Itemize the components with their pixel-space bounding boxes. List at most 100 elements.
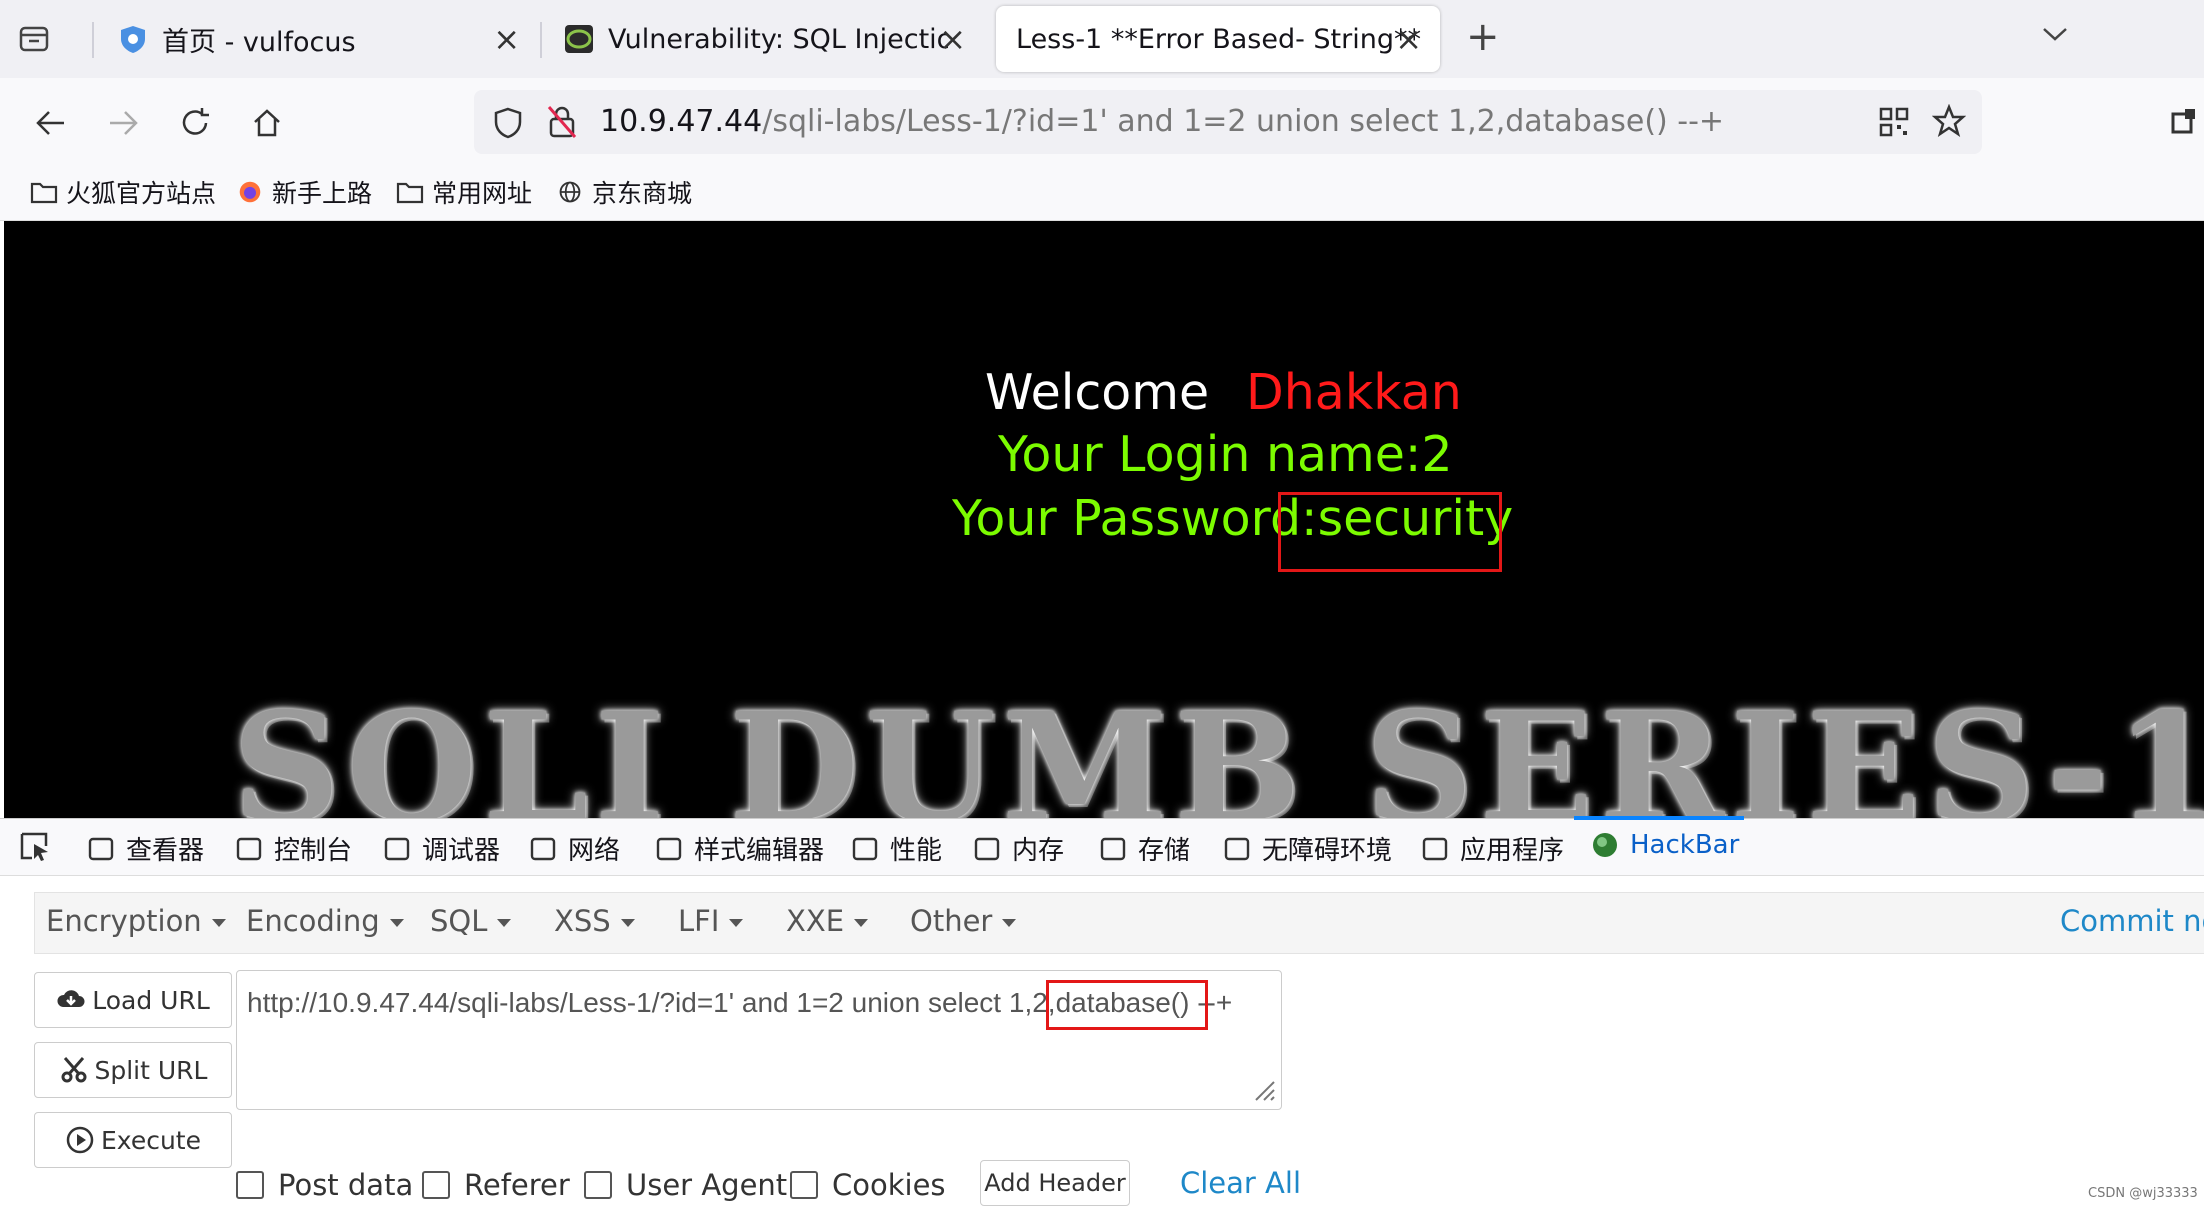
devtools-tab-2[interactable]: 控制台 — [234, 830, 352, 867]
menu-label: XXE — [786, 904, 845, 938]
bookmark-item[interactable]: 新手上路 — [236, 174, 372, 210]
memory-icon — [974, 837, 1000, 860]
highlight-box — [1278, 492, 1502, 572]
tab-separator — [92, 22, 94, 58]
password-label: Your Password: — [952, 490, 1318, 547]
devtools-tab-8[interactable]: 存储 — [1098, 830, 1190, 867]
bookmark-star-icon[interactable] — [1932, 104, 1966, 138]
qr-code-icon[interactable] — [1878, 106, 1910, 138]
tab-less1[interactable]: Less-1 **Error Based- String** × — [996, 6, 1440, 72]
devtools-tab-4[interactable]: 网络 — [528, 830, 620, 867]
tab-vulfocus[interactable]: 首页 - vulfocus × — [98, 6, 538, 72]
split-url-label: Split URL — [94, 1055, 208, 1085]
devtools-tab-label: 调试器 — [422, 836, 501, 866]
load-url-label: Load URL — [92, 985, 210, 1015]
checkbox-box[interactable] — [422, 1171, 450, 1199]
devtools-tab-label: 样式编辑器 — [694, 836, 825, 866]
devtools-tab-label: 控制台 — [274, 836, 353, 866]
login-name-line: Your Login name:2 — [998, 426, 1453, 483]
network-icon — [530, 837, 556, 860]
checkbox-box[interactable] — [236, 1171, 264, 1199]
checkbox-label: Referer — [464, 1168, 570, 1202]
checkbox-box[interactable] — [584, 1171, 612, 1199]
caret-down-icon — [854, 919, 869, 927]
menu-label: Encoding — [246, 904, 380, 938]
close-icon[interactable]: × — [493, 20, 520, 58]
split-url-button[interactable]: Split URL — [34, 1042, 232, 1098]
bookmark-label: 京东商城 — [592, 179, 693, 208]
hackbar-menu-lfi[interactable]: LFI — [678, 904, 744, 938]
checkbox-label: User Agent — [626, 1168, 788, 1202]
add-header-button[interactable]: Add Header — [980, 1160, 1130, 1206]
tab-label: Less-1 **Error Based- String** — [1016, 23, 1421, 55]
bookmark-label: 新手上路 — [272, 179, 373, 208]
resize-handle-icon[interactable] — [1252, 1078, 1276, 1102]
shield-icon[interactable] — [492, 106, 524, 140]
url-text[interactable]: 10.9.47.44/sqli-labs/Less-1/?id=1' and 1… — [600, 104, 1724, 139]
tab-dvwa[interactable]: Vulnerability: SQL Injection :: × — [544, 6, 984, 72]
checkbox-label: Post data — [278, 1168, 414, 1202]
caret-down-icon — [729, 919, 744, 927]
inspector-icon — [88, 837, 114, 860]
watermark: CSDN @wj33333 — [2088, 1186, 2198, 1201]
menu-label: XSS — [554, 904, 611, 938]
devtools-tab-1[interactable]: 查看器 — [86, 830, 204, 867]
devtools-tab-label: HackBar — [1630, 830, 1740, 860]
menu-label: Encryption — [46, 904, 202, 938]
hackbar-menu-xxe[interactable]: XXE — [786, 904, 869, 938]
devtools-tab-label: 性能 — [890, 836, 943, 866]
chevron-down-icon[interactable] — [2040, 24, 2070, 44]
load-url-button[interactable]: Load URL — [34, 972, 232, 1028]
extensions-icon[interactable] — [2170, 106, 2200, 138]
devtools-tab-9[interactable]: 无障碍环境 — [1222, 830, 1392, 867]
active-tab-indicator — [1574, 816, 1744, 820]
hackbar-menu-encoding[interactable]: Encoding — [246, 904, 404, 938]
debugger-icon — [384, 837, 410, 860]
insecure-lock-icon[interactable] — [546, 104, 578, 140]
style-editor-icon — [656, 837, 682, 860]
clear-all-link[interactable]: Clear All — [1180, 1166, 1301, 1200]
checkbox-label: Cookies — [832, 1168, 946, 1202]
checkbox-post-data[interactable]: Post data — [236, 1168, 413, 1202]
close-icon[interactable]: × — [939, 20, 966, 58]
checkbox-box[interactable] — [790, 1171, 818, 1199]
forward-icon[interactable] — [106, 106, 140, 140]
welcome-text: Welcome — [985, 364, 1210, 421]
checkbox-cookies[interactable]: Cookies — [790, 1168, 946, 1202]
checkbox-referer[interactable]: Referer — [422, 1168, 570, 1202]
devtools-tab-3[interactable]: 调试器 — [382, 830, 500, 867]
devtools-tab-7[interactable]: 内存 — [972, 830, 1064, 867]
new-tab-icon[interactable]: + — [1466, 14, 1500, 60]
caret-down-icon — [389, 919, 404, 927]
devtools-tab-label: 内存 — [1012, 836, 1065, 866]
folder-icon — [30, 182, 58, 204]
home-icon[interactable] — [250, 106, 284, 140]
menu-label: SQL — [430, 904, 488, 938]
checkbox-user-agent[interactable]: User Agent — [584, 1168, 787, 1202]
bookmark-item[interactable]: 常用网址 — [396, 174, 532, 210]
caret-down-icon — [620, 919, 635, 927]
devtools-tab-5[interactable]: 样式编辑器 — [654, 830, 824, 867]
play-circle-icon — [66, 1126, 94, 1154]
element-picker-icon[interactable] — [18, 830, 52, 864]
hackbar-menu-encryption[interactable]: Encryption — [46, 904, 226, 938]
commit-link[interactable]: Commit nov — [2060, 904, 2204, 938]
devtools-tab-10[interactable]: 应用程序 — [1420, 830, 1564, 867]
devtools-tab-6[interactable]: 性能 — [850, 830, 942, 867]
hackbar-menu-xss[interactable]: XSS — [554, 904, 635, 938]
shield-bug-icon — [121, 26, 145, 53]
reload-icon[interactable] — [178, 106, 212, 140]
devtools-tab-11[interactable]: HackBar — [1590, 830, 1739, 860]
accessibility-icon — [1224, 837, 1250, 860]
caret-down-icon — [211, 919, 226, 927]
caret-down-icon — [497, 919, 512, 927]
bookmark-item[interactable]: 火狐官方站点 — [30, 174, 216, 210]
execute-button[interactable]: Execute — [34, 1112, 232, 1168]
back-icon[interactable] — [34, 106, 68, 140]
bookmark-item[interactable]: 京东商城 — [556, 174, 692, 210]
caret-down-icon — [1002, 919, 1017, 927]
tab-list-icon[interactable] — [18, 22, 50, 54]
close-icon[interactable]: × — [1395, 20, 1422, 58]
hackbar-menu-sql[interactable]: SQL — [430, 904, 512, 938]
hackbar-menu-other[interactable]: Other — [910, 904, 1017, 938]
